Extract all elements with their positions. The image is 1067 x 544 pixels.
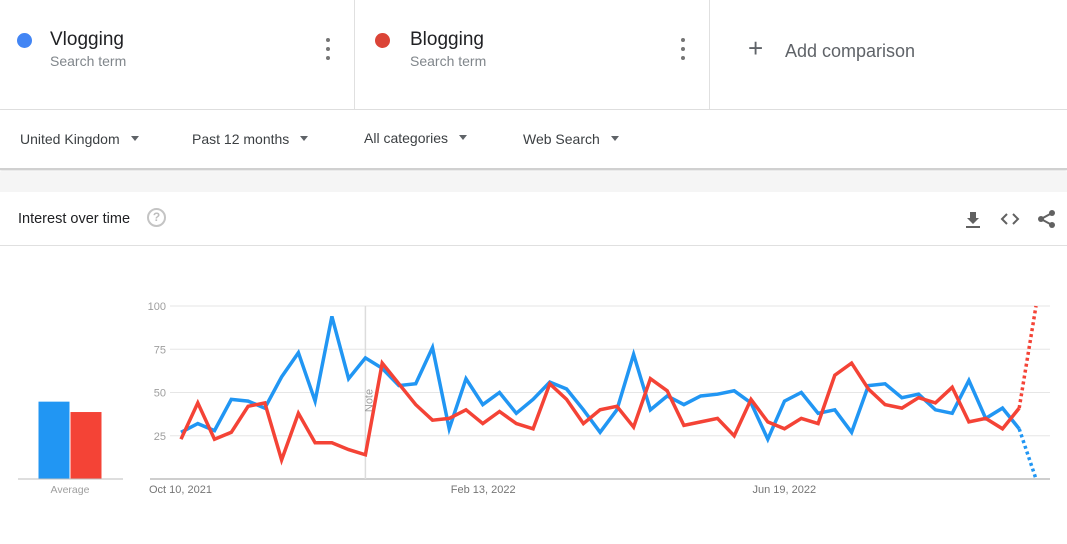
- share-icon[interactable]: [1036, 208, 1058, 230]
- dropdown-arrow-icon: [130, 135, 139, 141]
- dropdown-arrow-icon: [300, 135, 309, 141]
- search-term-name[interactable]: Vlogging: [50, 29, 124, 51]
- region-dropdown[interactable]: United Kingdom: [20, 131, 139, 147]
- series-partial-line-vlogging: [1017, 428, 1038, 480]
- average-label: Average: [51, 484, 90, 496]
- search-term-subtitle: Search term: [50, 53, 127, 69]
- time-range-value: Past 12 months: [192, 131, 290, 147]
- dropdown-arrow-icon: [459, 134, 468, 140]
- more-vert-icon[interactable]: [675, 38, 691, 60]
- search-term-name[interactable]: Blogging: [410, 29, 484, 51]
- interest-chart: Average 255075100Note Oct 10, 2021 Feb 13…: [18, 301, 1050, 496]
- series-line-vlogging: [180, 315, 1021, 444]
- filter-bar: United Kingdom Past 12 months All catego…: [0, 110, 1067, 170]
- region-value: United Kingdom: [20, 131, 120, 147]
- average-bar-chart: Average: [18, 400, 123, 496]
- category-value: All categories: [364, 130, 449, 146]
- x-tick-label: Feb 13, 2022: [451, 484, 516, 496]
- section-spacer: [0, 172, 1067, 192]
- x-tick-label: Oct 10, 2021: [149, 484, 212, 496]
- series-color-dot: [375, 33, 390, 48]
- embed-icon[interactable]: [999, 208, 1021, 230]
- plus-icon: +: [748, 33, 764, 63]
- add-comparison-button[interactable]: + Add comparison: [710, 0, 1067, 109]
- search-term-card-vlogging[interactable]: Vlogging Search term: [0, 0, 355, 109]
- time-range-dropdown[interactable]: Past 12 months: [192, 131, 309, 147]
- search-type-value: Web Search: [523, 131, 600, 147]
- interest-over-time-header: Interest over time ?: [0, 192, 1067, 246]
- more-vert-icon[interactable]: [320, 38, 336, 60]
- y-tick-label: 100: [148, 301, 166, 313]
- help-icon[interactable]: ?: [147, 208, 166, 227]
- search-type-dropdown[interactable]: Web Search: [523, 131, 619, 147]
- y-tick-label: 50: [154, 388, 166, 400]
- x-axis-labels: Oct 10, 2021 Feb 13, 2022 Jun 19, 2022: [149, 484, 816, 496]
- add-comparison-label: Add comparison: [785, 41, 916, 61]
- x-tick-label: Jun 19, 2022: [753, 484, 817, 496]
- y-tick-label: 75: [154, 344, 166, 356]
- search-term-card-blogging[interactable]: Blogging Search term: [355, 0, 710, 109]
- average-bar-blogging: [69, 411, 103, 480]
- dropdown-arrow-icon: [610, 135, 619, 141]
- card-title: Interest over time: [18, 211, 131, 227]
- category-dropdown[interactable]: All categories: [364, 130, 468, 146]
- download-icon[interactable]: [962, 208, 984, 230]
- series-color-dot: [17, 33, 32, 48]
- search-terms-bar: Vlogging Search term Blogging Search ter…: [0, 0, 1067, 110]
- search-term-subtitle: Search term: [410, 53, 487, 69]
- average-bar-vlogging: [37, 400, 71, 480]
- y-tick-label: 25: [154, 431, 166, 443]
